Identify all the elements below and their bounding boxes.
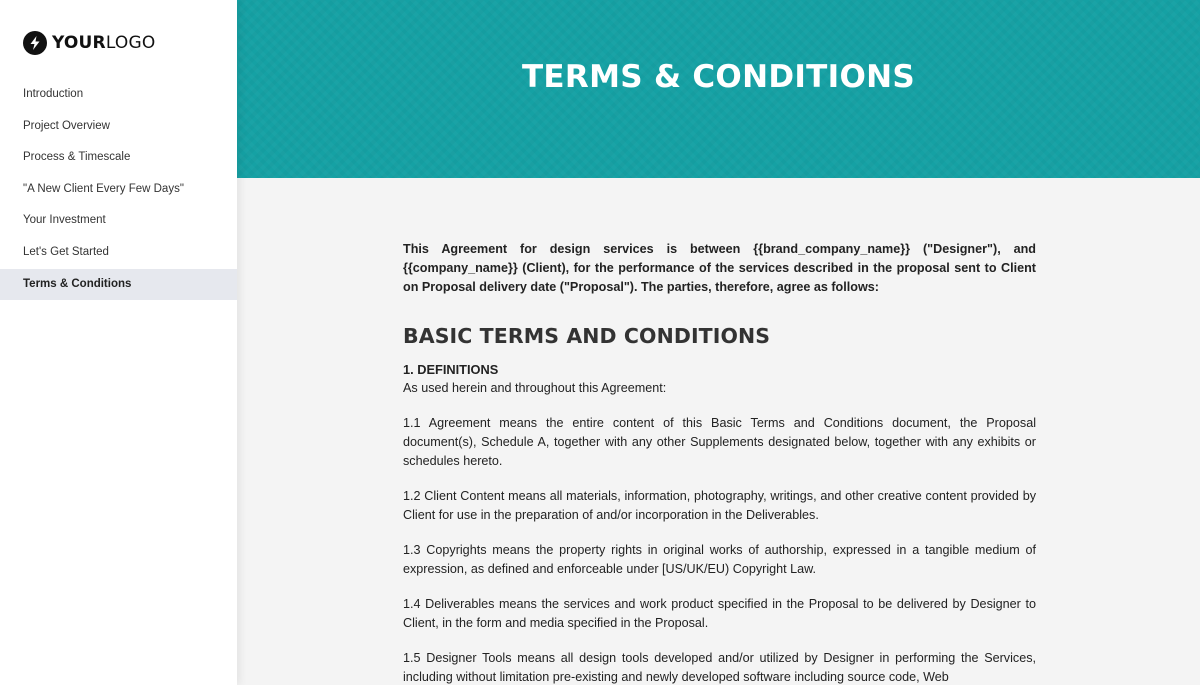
definitions-heading: 1. DEFINITIONS bbox=[403, 362, 499, 377]
sidebar-item-process-timescale[interactable]: Process & Timescale bbox=[0, 142, 237, 174]
definition-paragraph-1-4: 1.4 Deliverables means the services and … bbox=[403, 597, 1036, 630]
definition-paragraph-1-5: 1.5 Designer Tools means all design tool… bbox=[403, 651, 1036, 684]
sidebar-item-your-investment[interactable]: Your Investment bbox=[0, 205, 237, 237]
definition-paragraph-1-3: 1.3 Copyrights means the property rights… bbox=[403, 543, 1036, 576]
logo-text-light: LOGO bbox=[105, 33, 156, 53]
lightning-bolt-icon bbox=[23, 31, 47, 55]
logo[interactable]: YOURLOGO bbox=[23, 31, 155, 55]
sidebar-item-new-client[interactable]: "A New Client Every Few Days" bbox=[0, 174, 237, 206]
logo-text-bold: YOUR bbox=[52, 33, 106, 53]
definition-paragraph-1-2: 1.2 Client Content means all materials, … bbox=[403, 489, 1036, 522]
sidebar-item-lets-get-started[interactable]: Let's Get Started bbox=[0, 237, 237, 269]
definitions-lead: As used herein and throughout this Agree… bbox=[403, 381, 667, 395]
sidebar: YOURLOGO Introduction Project Overview P… bbox=[0, 0, 237, 685]
document-content: This Agreement for design services is be… bbox=[403, 240, 1036, 685]
intro-paragraph: This Agreement for design services is be… bbox=[403, 242, 1036, 294]
sidebar-item-project-overview[interactable]: Project Overview bbox=[0, 111, 237, 143]
sidebar-nav: Introduction Project Overview Process & … bbox=[0, 79, 237, 301]
sidebar-item-terms-conditions[interactable]: Terms & Conditions bbox=[0, 268, 237, 301]
page-title: TERMS & CONDITIONS bbox=[521, 59, 915, 95]
logo-text: YOURLOGO bbox=[52, 33, 155, 53]
sidebar-item-introduction[interactable]: Introduction bbox=[0, 79, 237, 111]
hero-banner: TERMS & CONDITIONS bbox=[237, 0, 1200, 178]
section-title: BASIC TERMS AND CONDITIONS bbox=[403, 324, 771, 348]
definition-paragraph-1-1: 1.1 Agreement means the entire content o… bbox=[403, 416, 1036, 468]
